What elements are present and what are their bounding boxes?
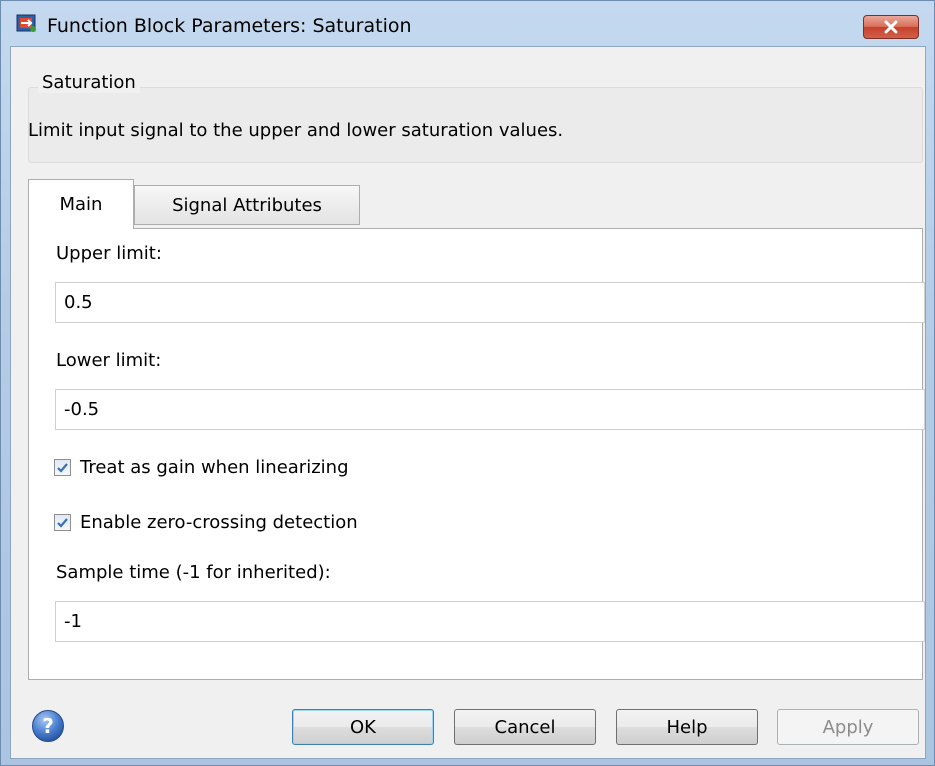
tab-signal-attributes[interactable]: Signal Attributes	[134, 185, 360, 225]
zero-crossing-checkbox[interactable]: Enable zero-crossing detection	[54, 512, 358, 533]
window-title: Function Block Parameters: Saturation	[47, 15, 412, 37]
close-button[interactable]	[863, 15, 919, 39]
close-icon	[884, 20, 898, 34]
ok-button[interactable]: OK	[292, 709, 434, 745]
description-text: Limit input signal to the upper and lowe…	[28, 120, 564, 141]
treat-as-gain-label: Treat as gain when linearizing	[80, 457, 349, 478]
description-legend: Saturation	[38, 72, 140, 93]
apply-button[interactable]: Apply	[777, 709, 919, 745]
tab-main[interactable]: Main	[28, 179, 134, 229]
simulink-block-icon	[16, 14, 36, 32]
treat-as-gain-box[interactable]	[54, 459, 71, 476]
lower-limit-label: Lower limit:	[56, 350, 162, 371]
main-tab-panel: Upper limit: Lower limit: Treat as gain …	[28, 228, 925, 680]
checkmark-icon	[57, 463, 68, 473]
dialog-window: Function Block Parameters: Saturation Sa…	[0, 0, 935, 766]
help-button[interactable]: Help	[616, 709, 758, 745]
upper-limit-input[interactable]	[55, 282, 925, 323]
svg-text:?: ?	[42, 714, 54, 738]
zero-crossing-box[interactable]	[54, 514, 71, 531]
sample-time-label: Sample time (-1 for inherited):	[56, 562, 331, 583]
sample-time-input[interactable]	[55, 601, 925, 642]
lower-limit-input[interactable]	[55, 389, 925, 430]
help-question-icon[interactable]: ?	[31, 709, 65, 743]
title-bar[interactable]: Function Block Parameters: Saturation	[1, 1, 934, 39]
zero-crossing-label: Enable zero-crossing detection	[80, 512, 358, 533]
treat-as-gain-checkbox[interactable]: Treat as gain when linearizing	[54, 457, 349, 478]
checkmark-icon	[57, 518, 68, 528]
upper-limit-label: Upper limit:	[56, 243, 162, 264]
cancel-button[interactable]: Cancel	[454, 709, 596, 745]
dialog-client-area: Saturation Limit input signal to the upp…	[10, 46, 926, 759]
